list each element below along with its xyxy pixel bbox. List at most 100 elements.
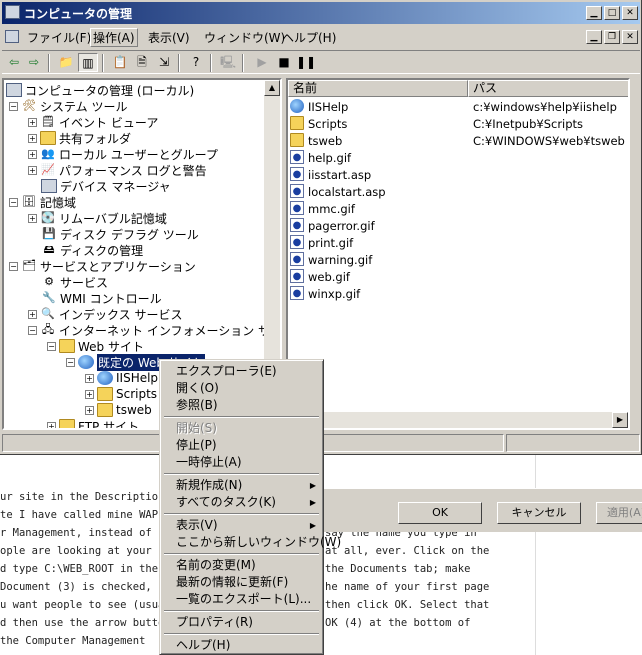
title-bar[interactable]: コンピュータの管理 ▁ □ ✕: [2, 2, 640, 24]
show-tree-icon[interactable]: ▥: [78, 53, 98, 72]
menu-item-properties[interactable]: プロパティ(R): [163, 614, 320, 631]
menu-item-refresh[interactable]: 最新の情報に更新(F): [163, 574, 320, 591]
tree-item-indexing-service[interactable]: + 🔍 インデックス サービス: [28, 306, 182, 322]
menu-item-export-list[interactable]: 一覧のエクスポート(L)...: [163, 591, 320, 608]
menu-item-new[interactable]: 新規作成(N) ▶: [163, 477, 320, 494]
menu-item-start[interactable]: 開始(S): [163, 420, 320, 437]
tree-item-event-viewer[interactable]: + 🗒 イベント ビューア: [28, 114, 158, 130]
list-item[interactable]: ● winxp.gif: [288, 285, 628, 302]
tree-item-computer-management[interactable]: コンピュータの管理 (ローカル): [6, 82, 194, 98]
list-item[interactable]: ● mmc.gif: [288, 200, 628, 217]
back-icon[interactable]: ⇦: [4, 53, 24, 72]
collapse-icon[interactable]: −: [47, 341, 56, 351]
collapse-icon[interactable]: −: [9, 197, 18, 207]
list-item[interactable]: ● iisstart.asp: [288, 166, 628, 183]
menu-item-pause[interactable]: 一時停止(A): [163, 454, 320, 471]
cancel-button[interactable]: キャンセル: [497, 502, 581, 524]
apply-button[interactable]: 適用(A): [596, 502, 642, 524]
scroll-right-icon[interactable]: ▶: [612, 412, 628, 428]
menu-item-browse[interactable]: 参照(B): [163, 397, 320, 414]
tree-item-disk-management[interactable]: 🖴 ディスクの管理: [41, 242, 143, 258]
menu-help[interactable]: ヘルプ(H): [282, 29, 336, 46]
child-restore-button[interactable]: ❐: [604, 30, 620, 44]
tree-item-scripts[interactable]: + Scripts: [85, 386, 157, 402]
column-header-path[interactable]: パス: [468, 80, 628, 97]
expand-icon[interactable]: +: [28, 149, 37, 159]
list-item[interactable]: ● print.gif: [288, 234, 628, 251]
expand-icon[interactable]: +: [28, 213, 37, 223]
tree-item-disk-defrag[interactable]: 💾 ディスク デフラグ ツール: [41, 226, 199, 242]
tree-item-services[interactable]: ⚙ サービス: [41, 274, 108, 290]
tree-item-tsweb[interactable]: + tsweb: [85, 402, 152, 418]
expand-icon[interactable]: +: [85, 389, 94, 399]
menu-action[interactable]: 操作(A): [90, 28, 138, 47]
connect-icon[interactable]: 🖳: [218, 53, 238, 72]
pause-icon[interactable]: ❚❚: [296, 53, 316, 72]
tree-item-wmi-control[interactable]: 🔧 WMI コントロール: [41, 290, 161, 306]
column-header-name[interactable]: 名前: [288, 80, 468, 97]
collapse-icon[interactable]: −: [28, 325, 37, 335]
tree-item-shared-folders[interactable]: + 共有フォルダ: [28, 130, 131, 146]
menu-item-new-window[interactable]: ここから新しいウィンドウ(W): [163, 534, 341, 551]
collapse-icon[interactable]: −: [66, 357, 75, 367]
tree-item-iishelp[interactable]: + IISHelp: [85, 370, 158, 386]
tree-item-local-users[interactable]: + 👥 ローカル ユーザーとグループ: [28, 146, 218, 162]
tree-item-services-and-apps[interactable]: − 🗂 サービスとアプリケーション: [9, 258, 196, 274]
tree-item-storage[interactable]: − 🗄 記憶域: [9, 194, 76, 210]
menu-item-all-tasks[interactable]: すべてのタスク(K) ▶: [163, 494, 320, 511]
expand-icon[interactable]: +: [28, 309, 37, 319]
menu-item-rename[interactable]: 名前の変更(M): [163, 557, 320, 574]
wmi-icon: 🔧: [42, 291, 56, 304]
collapse-icon[interactable]: −: [9, 261, 18, 271]
menu-item-explore[interactable]: エクスプローラ(E): [163, 363, 320, 380]
expand-icon[interactable]: +: [85, 405, 94, 415]
help-icon[interactable]: ?: [186, 53, 206, 72]
scroll-up-icon[interactable]: ▲: [264, 80, 280, 96]
menu-view[interactable]: 表示(V): [148, 29, 190, 46]
list-item[interactable]: ● localstart.asp: [288, 183, 628, 200]
minimize-button[interactable]: ▁: [586, 6, 602, 20]
expand-icon[interactable]: +: [85, 373, 94, 383]
list-item[interactable]: ● warning.gif: [288, 251, 628, 268]
tree-item-iis[interactable]: − 🖧 インターネット インフォメーション サービス: [28, 322, 280, 338]
collapse-icon[interactable]: −: [9, 101, 18, 111]
child-minimize-button[interactable]: ▁: [586, 30, 602, 44]
forward-icon[interactable]: ⇨: [24, 53, 44, 72]
start-icon[interactable]: ▶: [252, 53, 272, 72]
list-horizontal-scrollbar[interactable]: ▶: [288, 412, 628, 428]
tree-item-performance-logs[interactable]: + 📈 パフォーマンス ログと警告: [28, 162, 207, 178]
expand-icon[interactable]: +: [28, 117, 37, 127]
list-item[interactable]: ● pagerror.gif: [288, 217, 628, 234]
list-item[interactable]: ● help.gif: [288, 149, 628, 166]
up-folder-icon[interactable]: 📁: [56, 53, 76, 72]
expand-icon[interactable]: +: [47, 421, 56, 428]
globe-icon: [78, 355, 94, 369]
list-item[interactable]: ● web.gif: [288, 268, 628, 285]
child-close-button[interactable]: ✕: [622, 30, 638, 44]
expand-icon[interactable]: +: [28, 165, 37, 175]
close-button[interactable]: ✕: [622, 6, 638, 20]
article-line: ople are looking at your site: [0, 545, 184, 557]
menu-file[interactable]: ファイル(F): [27, 29, 91, 46]
tree-item-system-tools[interactable]: − 🛠 システム ツール: [9, 98, 127, 114]
expand-icon[interactable]: +: [28, 133, 37, 143]
refresh-icon[interactable]: 🗎: [132, 53, 152, 72]
tree-item-removable-storage[interactable]: + 💽 リムーバブル記憶域: [28, 210, 167, 226]
tree-item-ftp-sites[interactable]: + FTP サイト: [47, 418, 139, 428]
stop-icon[interactable]: ■: [274, 53, 294, 72]
menu-item-open[interactable]: 開く(O): [163, 380, 320, 397]
menu-window[interactable]: ウィンドウ(W): [204, 29, 285, 46]
export-list-icon[interactable]: ⇲: [154, 53, 174, 72]
menu-item-help[interactable]: ヘルプ(H): [163, 637, 320, 654]
list-item[interactable]: Scripts C:¥Inetpub¥Scripts: [288, 115, 628, 132]
menu-item-stop[interactable]: 停止(P): [163, 437, 320, 454]
details-list: 名前 パス IISHelp c:¥windows¥help¥iishelp Sc…: [286, 78, 630, 430]
list-item[interactable]: tsweb C:¥WINDOWS¥web¥tsweb: [288, 132, 628, 149]
maximize-button[interactable]: □: [604, 6, 620, 20]
tree-item-web-sites[interactable]: − Web サイト: [47, 338, 144, 354]
menu-item-view[interactable]: 表示(V) ▶: [163, 517, 320, 534]
properties-icon[interactable]: 📋: [110, 53, 130, 72]
tree-item-device-manager[interactable]: デバイス マネージャ: [41, 178, 171, 194]
list-item[interactable]: IISHelp c:¥windows¥help¥iishelp: [288, 98, 628, 115]
ok-button[interactable]: OK: [398, 502, 482, 524]
